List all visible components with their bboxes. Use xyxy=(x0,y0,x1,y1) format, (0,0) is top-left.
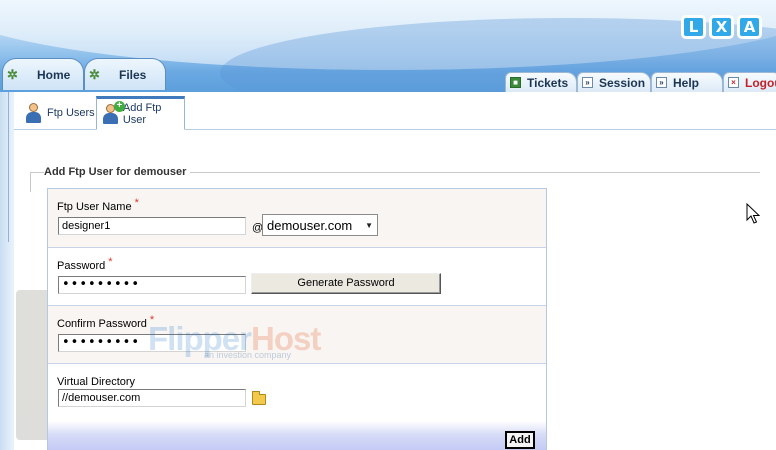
tab-files-label: Files xyxy=(119,67,147,82)
form-legend: Add Ftp User for demouser xyxy=(44,166,191,178)
gear-icon: ✲ xyxy=(89,66,100,82)
left-rail xyxy=(0,92,14,450)
add-user-icon: + xyxy=(101,101,125,125)
required-mark: * xyxy=(108,256,113,268)
logout-icon: × xyxy=(728,77,739,88)
subtab-ftp-users-label: Ftp Users xyxy=(47,107,95,119)
tab-logout[interactable]: × Logou xyxy=(723,72,776,92)
virtual-directory-row: Virtual Directory //demouser.com xyxy=(48,364,546,421)
domain-select-value: demouser.com xyxy=(267,217,353,233)
username-input[interactable]: designer1 xyxy=(58,217,246,235)
ticket-icon: ■ xyxy=(510,77,521,88)
tab-tickets-label: Tickets xyxy=(527,75,569,90)
flipperhost-tagline: an investion company xyxy=(204,350,292,360)
subtab-add-ftp-user[interactable]: + Add Ftp User xyxy=(96,96,185,130)
logo-letter: L xyxy=(681,15,706,39)
tab-session[interactable]: » Session xyxy=(577,72,651,92)
subtab-bar: Ftp Users + Add Ftp User xyxy=(14,92,776,130)
virtual-directory-input[interactable]: //demouser.com xyxy=(58,389,246,407)
fieldset-border xyxy=(30,172,31,192)
generate-password-button[interactable]: Generate Password xyxy=(251,273,441,294)
tab-help-label: Help xyxy=(673,75,700,90)
username-label: Ftp User Name * xyxy=(57,197,139,213)
subtab-add-ftp-user-label: Add Ftp User xyxy=(122,102,162,126)
logo-letter: X xyxy=(709,15,734,39)
help-icon: » xyxy=(656,77,667,88)
tab-session-label: Session xyxy=(599,75,646,90)
password-label: Password * xyxy=(57,256,113,272)
virtual-directory-label: Virtual Directory xyxy=(57,376,136,388)
chevron-down-icon: ▼ xyxy=(365,220,373,230)
gear-icon: ✲ xyxy=(7,66,18,82)
required-mark: * xyxy=(134,197,139,209)
tab-home[interactable]: ✲ Home xyxy=(2,58,84,90)
mouse-cursor-icon xyxy=(746,203,760,224)
tab-files[interactable]: ✲ Files xyxy=(84,58,166,90)
password-row: Password * ••••••••• Generate Password xyxy=(48,248,546,306)
folder-icon[interactable] xyxy=(252,391,266,405)
tab-home-label: Home xyxy=(37,67,71,82)
logo-letter: A xyxy=(737,15,762,39)
tab-logout-label: Logou xyxy=(745,75,776,90)
lxa-logo: L X A xyxy=(681,15,762,39)
add-button[interactable]: Add xyxy=(505,431,535,449)
tab-help[interactable]: » Help xyxy=(651,72,723,92)
form-footer: Add xyxy=(48,421,546,450)
session-icon: » xyxy=(582,77,593,88)
username-row: Ftp User Name * designer1 @ demouser.com … xyxy=(48,189,546,248)
domain-select[interactable]: demouser.com ▼ xyxy=(262,214,378,236)
subtab-ftp-users[interactable]: Ftp Users xyxy=(20,96,98,130)
left-rail-line xyxy=(8,92,9,242)
password-input[interactable]: ••••••••• xyxy=(58,276,246,294)
add-ftp-user-form: Ftp User Name * designer1 @ demouser.com … xyxy=(47,188,547,450)
header-banner: L X A ✲ Home ✲ Files ■ Tickets » Session… xyxy=(0,0,776,92)
tab-tickets[interactable]: ■ Tickets xyxy=(505,72,577,92)
ftp-users-icon xyxy=(24,102,44,124)
confirm-password-label: Confirm Password * xyxy=(57,314,155,330)
